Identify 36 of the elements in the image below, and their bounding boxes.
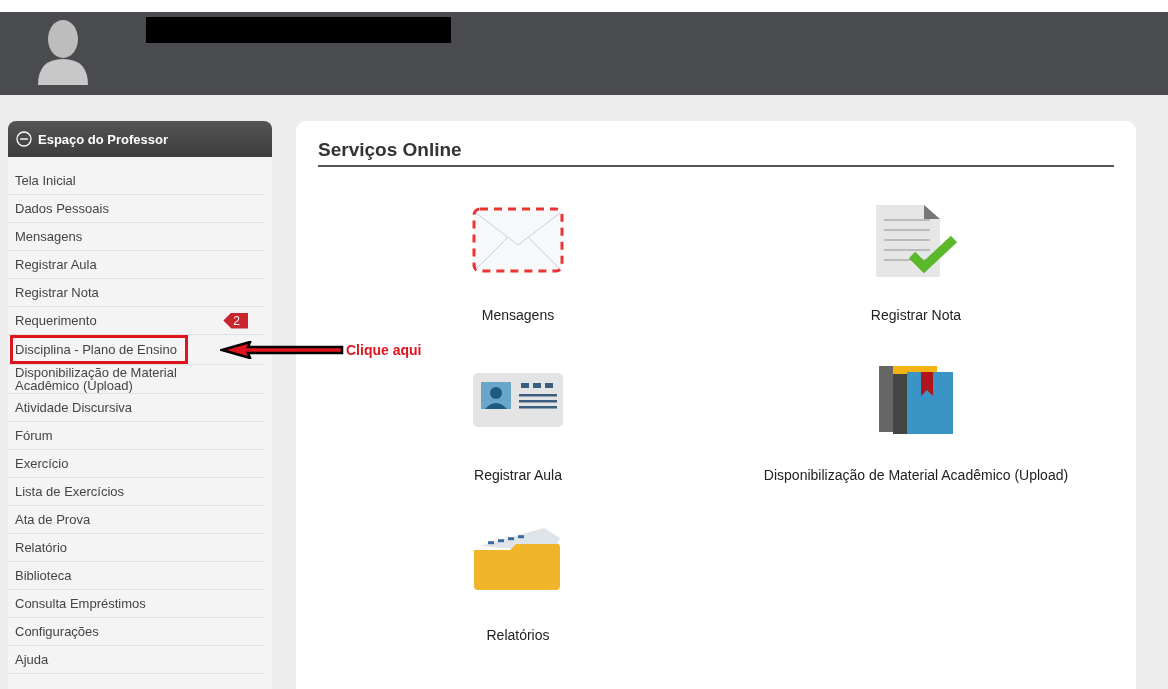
sidebar-link[interactable]: Consulta Empréstimos: [15, 596, 146, 611]
folder-icon: [474, 528, 562, 592]
sidebar-link[interactable]: Ata de Prova: [15, 512, 91, 527]
sidebar-link[interactable]: Registrar Nota: [15, 285, 99, 300]
collapse-icon[interactable]: [16, 131, 32, 147]
panel-title: Serviços Online: [318, 139, 1114, 167]
annotation-text: Clique aqui: [346, 341, 422, 358]
sidebar-link[interactable]: Biblioteca: [15, 568, 72, 583]
service-link[interactable]: Disponibilização de Material Acadêmico (Upload): [763, 467, 1069, 483]
sidebar-link[interactable]: Atividade Discursiva: [15, 400, 133, 415]
sidebar-link[interactable]: Relatório: [15, 540, 68, 555]
count-badge: 2: [223, 312, 248, 329]
sidebar-link[interactable]: Ajuda: [15, 652, 49, 667]
sidebar-link[interactable]: Tela Inicial: [15, 173, 76, 188]
service-link[interactable]: Mensagens: [481, 307, 555, 323]
avatar-icon: [36, 19, 90, 87]
service-link[interactable]: Registrar Nota: [870, 307, 962, 323]
sidebar-link[interactable]: Disciplina - Plano de Ensino: [10, 335, 188, 364]
sidebar-link[interactable]: Dados Pessoais: [15, 201, 109, 216]
sidebar-link[interactable]: Registrar Aula: [15, 257, 97, 272]
pointer-arrow-icon: [220, 340, 344, 359]
sidebar-header[interactable]: Espaço do Professor: [8, 121, 272, 157]
document-check-icon: [874, 203, 958, 277]
sidebar-link[interactable]: Fórum: [15, 428, 53, 443]
sidebar-link[interactable]: Mensagens: [15, 229, 83, 244]
service-link[interactable]: Registrar Aula: [474, 467, 562, 483]
sidebar-title: Espaço do Professor: [38, 131, 169, 147]
sidebar-link[interactable]: Exercício: [15, 456, 69, 471]
id-card-icon: [473, 373, 563, 427]
sidebar-link[interactable]: Configurações: [15, 624, 99, 639]
books-icon: [879, 366, 953, 434]
service-link[interactable]: Relatórios: [486, 627, 550, 643]
envelope-icon: [472, 207, 564, 273]
sidebar-link[interactable]: Disponibilização de Material Acadêmico (Upload): [15, 365, 220, 393]
sidebar-link[interactable]: Requerimento: [15, 313, 97, 328]
sidebar-link[interactable]: Lista de Exercícios: [15, 484, 125, 499]
